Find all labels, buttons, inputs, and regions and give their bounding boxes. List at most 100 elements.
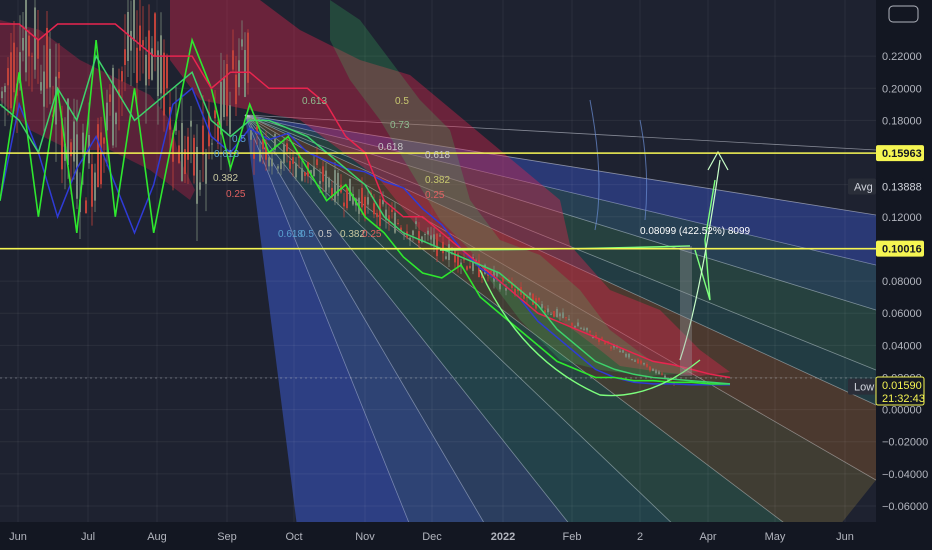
candle-body	[415, 221, 417, 225]
price-tick-label: 0.04000	[882, 340, 922, 352]
time-tick-label: Oct	[285, 531, 302, 543]
candle-body	[193, 137, 195, 176]
candle-body	[166, 56, 168, 89]
price-axis[interactable]: 0.220000.200000.180000.160000.140000.120…	[876, 0, 932, 550]
candle-body	[148, 30, 150, 80]
candle-body	[367, 197, 369, 205]
candle-body	[622, 350, 624, 353]
price-tick-label: 0.00000	[882, 405, 922, 417]
candle-body	[7, 68, 9, 86]
time-tick-label: Jun	[9, 531, 27, 543]
candle-body	[67, 98, 69, 166]
time-tick-label: Feb	[563, 531, 582, 543]
candle-body	[571, 322, 573, 326]
candle-body	[133, 0, 135, 42]
candle-body	[439, 235, 441, 237]
time-tick-label: Sep	[217, 531, 237, 543]
candle-body	[196, 146, 198, 204]
candle-body	[214, 110, 216, 119]
candle-body	[529, 292, 531, 296]
candle-body	[124, 49, 126, 65]
candle-body	[112, 67, 114, 146]
fib-label: 0.618	[378, 142, 403, 153]
candle-body	[658, 371, 660, 375]
fib-label: 0.5	[395, 96, 409, 107]
candle-body	[580, 327, 582, 329]
candle-body	[250, 130, 252, 140]
tag-name: Avg	[854, 181, 873, 193]
candle-body	[568, 318, 570, 320]
candle-body	[181, 123, 183, 181]
candle-body	[157, 50, 159, 97]
candle-body	[346, 187, 348, 209]
fib-label: 0.25	[226, 189, 246, 200]
candle-body	[223, 77, 225, 117]
candle-body	[106, 102, 108, 131]
fib-label: 0.25	[425, 190, 445, 201]
candle-body	[289, 160, 291, 169]
candle-body	[412, 230, 414, 236]
candle-body	[163, 52, 165, 116]
candle-body	[601, 337, 603, 339]
candle-body	[259, 149, 261, 162]
price-tick-label: −0.02000	[882, 437, 928, 449]
candle-body	[97, 124, 99, 188]
candle-body	[583, 328, 585, 331]
candle-body	[136, 47, 138, 83]
candle-body	[145, 54, 147, 86]
candle-body	[532, 293, 534, 305]
fib-label: 0.25	[362, 229, 382, 240]
candle-body	[316, 159, 318, 166]
candle-body	[637, 359, 639, 364]
candle-body	[40, 82, 42, 91]
measure-annotation: 0.08099 (422.52%) 8099	[640, 226, 751, 237]
candle-body	[361, 187, 363, 208]
time-tick-label: Nov	[355, 531, 375, 543]
candle-body	[538, 297, 540, 301]
candle-body	[343, 202, 345, 207]
candle-body	[469, 265, 471, 269]
candle-body	[280, 160, 282, 170]
candle-body	[628, 353, 630, 358]
candle-body	[403, 234, 405, 236]
candle-body	[127, 11, 129, 62]
candle-body	[430, 235, 432, 240]
candle-body	[376, 213, 378, 218]
candle-body	[4, 86, 6, 93]
time-axis-bg	[0, 522, 932, 550]
candle-body	[379, 198, 381, 226]
candle-body	[445, 256, 447, 259]
price-tick-label: 0.20000	[882, 83, 922, 95]
candle-body	[187, 136, 189, 160]
candle-body	[244, 49, 246, 97]
candle-body	[295, 163, 297, 178]
candle-body	[238, 60, 240, 88]
price-tick-label: 0.08000	[882, 276, 922, 288]
candle-body	[586, 327, 588, 331]
candle-body	[235, 74, 237, 105]
price-tick-label: 0.22000	[882, 51, 922, 63]
time-tick-label: May	[765, 531, 786, 543]
measure-label: 0.08099 (422.52%) 8099	[640, 226, 751, 237]
candle-body	[373, 203, 375, 215]
candle-body	[73, 121, 75, 162]
candle-body	[241, 39, 243, 47]
tag-value: 0.13888	[882, 181, 922, 193]
candle-body	[1, 91, 3, 99]
candle-body	[13, 42, 15, 93]
candle-body	[178, 145, 180, 163]
candle-body	[454, 250, 456, 263]
candle-body	[130, 30, 132, 51]
fib-label: 0.5	[318, 229, 332, 240]
candle-body	[199, 182, 201, 190]
candle-body	[103, 137, 105, 144]
price-chart[interactable]: 0.613 0.5 0.613 0.382 0.25 0.5 0.618 0.382 0.25 0…	[0, 0, 932, 550]
candle-body	[109, 94, 111, 102]
candle-body	[319, 180, 321, 184]
candle-body	[553, 311, 555, 317]
time-axis[interactable]: Jun Jul Aug Sep Oct Nov Dec 2022 Feb 2 Apr May Jun	[0, 522, 932, 550]
tag-name: Low	[854, 382, 874, 394]
candle-body	[505, 288, 507, 291]
candle-body	[631, 359, 633, 361]
candle-body	[301, 168, 303, 181]
